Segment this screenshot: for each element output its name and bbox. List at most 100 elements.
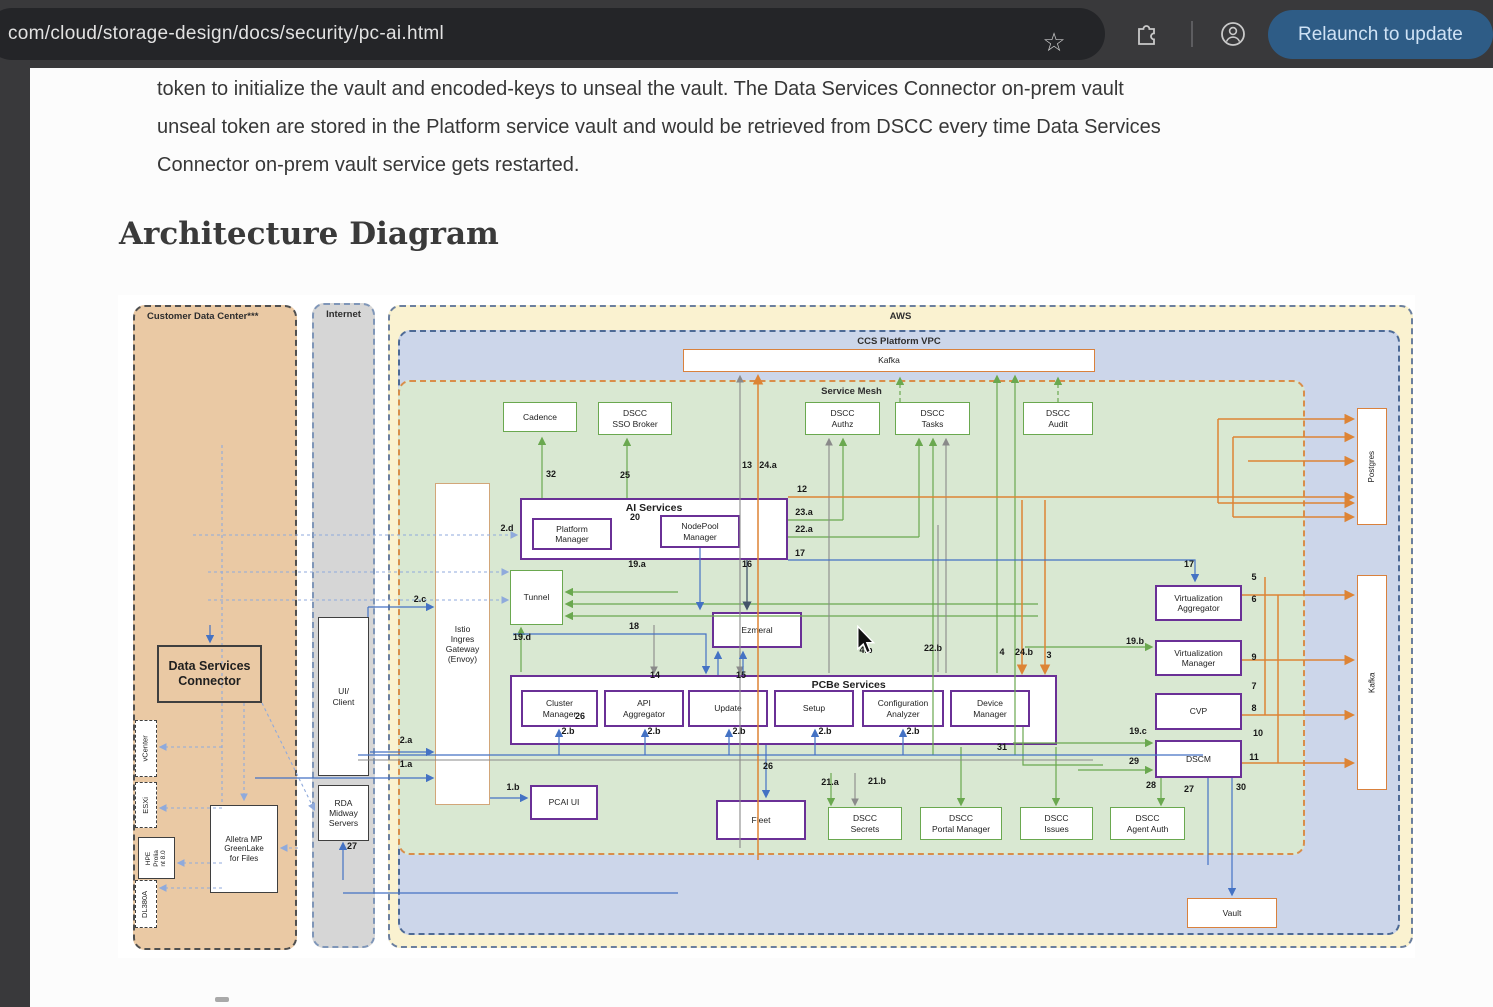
edge-label-10: 10 [1253, 728, 1263, 738]
tunnel: Tunnel [510, 570, 563, 625]
virtualization-manager: VirtualizationManager [1155, 640, 1242, 676]
edge-label-17: 17 [795, 548, 805, 558]
edge-label-19.b: 19.b [1126, 636, 1144, 646]
next-section-fragment [215, 997, 229, 1002]
kafka-right: Kafka [1357, 575, 1387, 790]
alletra-mp-greenlake: Alletra MPGreenLakefor Files [210, 805, 278, 893]
cluster-manager: ClusterManager [521, 690, 598, 727]
platform-manager: PlatformManager [532, 518, 612, 550]
profile-icon[interactable] [1219, 20, 1247, 48]
edge-label-1.b: 1.b [506, 782, 519, 792]
data-services-connector: Data ServicesConnector [157, 645, 262, 703]
cadence: Cadence [503, 402, 577, 432]
edge-label-32: 32 [546, 469, 556, 479]
internet-zone-label: Internet [314, 309, 373, 320]
configuration-analyzer: ConfigurationAnalyzer [862, 690, 944, 727]
service-mesh-label: Service Mesh [400, 386, 1303, 397]
dscc-authz: DSCCAuthz [805, 402, 880, 435]
istio-ingress-gateway: IstioIngresGateway(Envoy) [435, 483, 490, 805]
relaunch-to-update-button[interactable]: Relaunch to update [1268, 10, 1493, 59]
page-content: token to initialize the vault and encode… [30, 68, 1493, 1007]
edge-label-2.b: 2.b [561, 726, 574, 736]
edge-label-24.b: 24.b [1015, 647, 1033, 657]
edge-label-26: 26 [575, 711, 585, 721]
dscc-tasks: DSCCTasks [895, 402, 970, 435]
paragraph-line: Connector on-prem vault service gets res… [157, 146, 1457, 184]
edge-label-30: 30 [1236, 782, 1246, 792]
extensions-puzzle-icon[interactable] [1133, 20, 1161, 48]
postgres: Postgres [1357, 408, 1387, 525]
edge-label-22.b: 22.b [924, 643, 942, 653]
ccs-platform-vpc-label: CCS Platform VPC [400, 336, 1398, 347]
edge-label-16: 16 [742, 559, 752, 569]
edge-label-7: 7 [1251, 681, 1256, 691]
virtualization-aggregator: VirtualizationAggregator [1155, 585, 1242, 621]
edge-label-2.b: 2.b [906, 726, 919, 736]
url-text: com/cloud/storage-design/docs/security/p… [0, 23, 444, 45]
esxi: ESXi [135, 782, 157, 828]
bookmark-star-icon[interactable]: ☆ [1040, 26, 1068, 58]
update: Update [688, 690, 768, 727]
ui-client: UI/Client [318, 617, 369, 776]
edge-label-12: 12 [797, 484, 807, 494]
edge-label-28: 28 [1146, 780, 1156, 790]
edge-label-23.a: 23.a [795, 507, 813, 517]
edge-label-1.a: 1.a [400, 759, 413, 769]
edge-label-11: 11 [1249, 752, 1259, 762]
edge-label-24.a: 24.a [759, 460, 777, 470]
aws-zone-label: AWS [390, 311, 1411, 322]
edge-label-27: 27 [347, 841, 357, 851]
architecture-diagram: Customer Data Center*** Internet AWS CCS Pl… [118, 295, 1415, 958]
edge-label-6: 6 [1251, 594, 1256, 604]
edge-label-25: 25 [620, 470, 630, 480]
edge-label-17: 17 [1184, 559, 1194, 569]
edge-label-29: 29 [1129, 756, 1139, 766]
dscm: DSCM [1155, 740, 1242, 778]
edge-label-18: 18 [629, 621, 639, 631]
edge-label-2.b: 2.b [818, 726, 831, 736]
window-edge-strip [0, 68, 30, 1007]
vault: Vault [1187, 898, 1277, 928]
dscc-issues: DSCCIssues [1020, 807, 1093, 840]
cvp: CVP [1155, 693, 1242, 730]
edge-label-15: 15 [736, 670, 746, 680]
edge-label-8: 8 [1251, 703, 1256, 713]
edge-label-31: 31 [997, 742, 1007, 752]
dscc-secrets: DSCCSecrets [828, 807, 902, 840]
dscc-sso-broker: DSCCSSO Broker [598, 402, 672, 435]
kafka-top: Kafka [683, 349, 1095, 372]
edge-label-19.d: 19.d [513, 632, 531, 642]
browser-toolbar: com/cloud/storage-design/docs/security/p… [0, 0, 1493, 68]
mouse-cursor [855, 625, 877, 655]
dscc-agent-auth: DSCCAgent Auth [1110, 807, 1185, 840]
paragraph-line: token to initialize the vault and encode… [157, 70, 1457, 108]
edge-label-21.a: 21.a [821, 777, 839, 787]
edge-label-3: 3 [1046, 650, 1051, 660]
fleet: Fleet [716, 800, 806, 840]
body-paragraph: token to initialize the vault and encode… [157, 70, 1457, 184]
rda-midway-servers: RDAMidwayServers [318, 785, 369, 841]
section-heading: Architecture Diagram [119, 216, 499, 252]
edge-label-2.d: 2.d [500, 523, 513, 533]
device-manager: DeviceManager [950, 690, 1030, 727]
edge-label-2.c: 2.c [414, 594, 427, 604]
edge-label-14: 14 [650, 670, 660, 680]
toolbar-divider [1191, 21, 1193, 47]
edge-label-26: 26 [763, 761, 773, 771]
edge-label-2.a: 2.a [400, 735, 413, 745]
edge-label-4: 4 [999, 647, 1004, 657]
api-aggregator: APIAggregator [604, 690, 684, 727]
edge-label-19.a: 19.a [628, 559, 646, 569]
edge-label-20: 20 [630, 512, 640, 522]
url-bar[interactable]: com/cloud/storage-design/docs/security/p… [0, 8, 1105, 60]
edge-label-5: 5 [1251, 572, 1256, 582]
edge-label-22.a: 22.a [795, 524, 813, 534]
edge-label-2.b: 2.b [647, 726, 660, 736]
edge-label-21.b: 21.b [868, 776, 886, 786]
edge-label-19.c: 19.c [1129, 726, 1147, 736]
nodepool-manager: NodePoolManager [660, 515, 740, 548]
edge-label-9: 9 [1251, 652, 1256, 662]
customer-data-center-label: Customer Data Center*** [147, 311, 258, 322]
dscc-audit: DSCCAudit [1023, 402, 1093, 435]
ezmeral: Ezmeral [712, 612, 802, 648]
